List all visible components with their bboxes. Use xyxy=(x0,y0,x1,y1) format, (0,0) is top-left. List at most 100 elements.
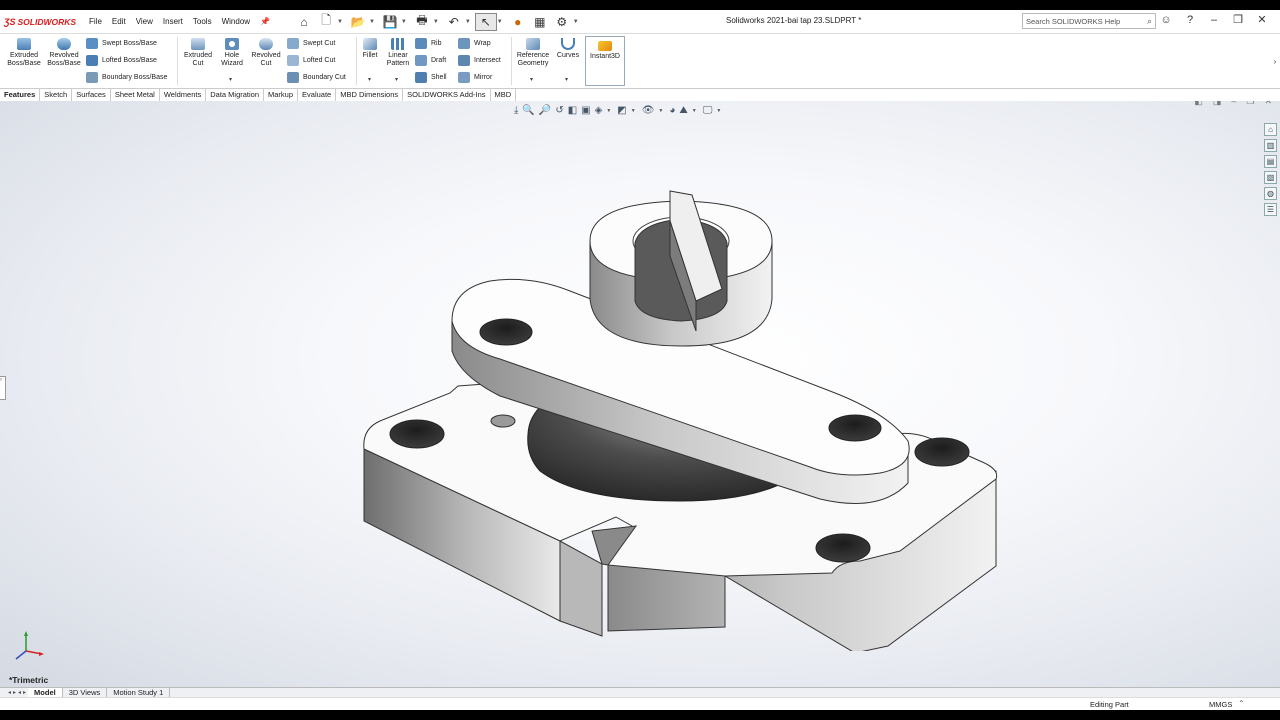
print-icon[interactable]: 🖶 xyxy=(411,13,433,31)
display-style-dropdown-icon[interactable]: ▼ xyxy=(631,108,636,114)
curves-dropdown-icon[interactable]: ▾ xyxy=(565,76,568,83)
edit-appearance-icon[interactable]: ◕ xyxy=(669,105,675,116)
extruded-cut-button[interactable]: Extruded Cut xyxy=(180,38,216,68)
menu-tools[interactable]: Tools xyxy=(193,17,212,26)
traffic-light-icon[interactable]: ● xyxy=(507,13,529,31)
open-folder-icon[interactable]: 📂 xyxy=(347,13,369,31)
view-settings-dropdown-icon[interactable]: ▼ xyxy=(716,108,721,114)
options-dropdown-icon[interactable]: ▼ xyxy=(573,19,579,25)
status-chevron-icon[interactable]: ⌃ xyxy=(1238,699,1245,708)
file-explorer-icon[interactable]: ▤ xyxy=(1264,155,1277,168)
undo-icon[interactable]: ↶ xyxy=(443,13,465,31)
shell-button[interactable]: Shell xyxy=(415,70,447,84)
restore-icon[interactable]: ❐ xyxy=(1226,13,1250,26)
undo-dropdown-icon[interactable]: ▼ xyxy=(465,19,471,25)
scene-dropdown-icon[interactable]: ▼ xyxy=(692,108,697,114)
appearances-icon[interactable]: ◍ xyxy=(1264,187,1277,200)
unit-system[interactable]: MMGS xyxy=(1209,700,1232,709)
viewport-restore-icon[interactable]: ❐ xyxy=(1246,101,1254,107)
tab-model[interactable]: Model xyxy=(28,687,63,698)
hole-wizard-dropdown-icon[interactable]: ▾ xyxy=(229,76,232,83)
pin-icon[interactable]: 📌 xyxy=(260,17,270,26)
menu-view[interactable]: View xyxy=(136,17,153,26)
curves-icon xyxy=(561,38,575,50)
home-icon[interactable]: ⌂ xyxy=(293,13,315,31)
instant3d-button[interactable]: Instant3D xyxy=(585,36,625,86)
view-orientation-dropdown-icon[interactable]: ▼ xyxy=(606,108,611,114)
view-settings-icon[interactable]: 🖵 xyxy=(703,105,713,116)
swept-cut-button[interactable]: Swept Cut xyxy=(287,36,335,50)
new-document-icon[interactable]: 🗋 xyxy=(315,13,337,31)
fillet-dropdown-icon[interactable]: ▾ xyxy=(368,76,371,83)
rib-button[interactable]: Rib xyxy=(415,36,442,50)
tab-motion-study-1[interactable]: Motion Study 1 xyxy=(107,687,171,698)
solidworks-logo[interactable]: ƷS SOLIDWORKS xyxy=(0,17,84,27)
boundary-cut-button[interactable]: Boundary Cut xyxy=(287,70,346,84)
display-style-icon[interactable]: ◩ xyxy=(617,105,626,116)
zoom-to-fit-icon[interactable]: 🔍 xyxy=(522,105,534,116)
zoom-to-area-icon[interactable]: 🔎 xyxy=(539,105,551,116)
view-orientation-arrow-icon[interactable]: ⤓ xyxy=(514,105,518,116)
fillet-button[interactable]: Fillet xyxy=(358,38,382,60)
boundary-boss-button[interactable]: Boundary Boss/Base xyxy=(86,70,167,84)
pattern-dropdown-icon[interactable]: ▾ xyxy=(395,76,398,83)
intersect-button[interactable]: Intersect xyxy=(458,53,501,67)
viewport-close-icon[interactable]: ✕ xyxy=(1264,101,1272,107)
revolved-cut-button[interactable]: Revolved Cut xyxy=(248,38,284,68)
reference-geometry-dropdown-icon[interactable]: ▾ xyxy=(530,76,533,83)
menu-insert[interactable]: Insert xyxy=(163,17,183,26)
ribbon-scroll-right-icon[interactable]: › xyxy=(1270,34,1280,89)
solidworks-resources-icon[interactable]: ⌂ xyxy=(1264,123,1277,136)
curves-button[interactable]: Curves xyxy=(554,38,582,60)
mirror-button[interactable]: Mirror xyxy=(458,70,492,84)
help-search-box[interactable]: Search SOLIDWORKS Help ⌕ xyxy=(1022,13,1156,29)
extruded-boss-button[interactable]: Extruded Boss/Base xyxy=(6,38,42,68)
3d-part-model[interactable] xyxy=(340,181,1020,651)
swept-boss-button[interactable]: Swept Boss/Base xyxy=(86,36,157,50)
tab-3d-views[interactable]: 3D Views xyxy=(63,687,108,698)
custom-properties-icon[interactable]: ☰ xyxy=(1264,203,1277,216)
section-view-icon[interactable]: ◧ xyxy=(568,105,577,116)
previous-view-icon[interactable]: ↺ xyxy=(555,105,563,116)
tab-scroll-arrows-icon[interactable]: ◂▸◂▸ xyxy=(8,689,28,696)
lofted-cut-button[interactable]: Lofted Cut xyxy=(287,53,335,67)
rebuild-grid-icon[interactable]: ▦ xyxy=(529,13,551,31)
hide-show-dropdown-icon[interactable]: ▼ xyxy=(658,108,663,114)
help-icon[interactable]: ? xyxy=(1178,14,1202,26)
revolved-boss-button[interactable]: Revolved Boss/Base xyxy=(45,38,83,68)
viewport-tile-left-icon[interactable]: ◧ xyxy=(1194,101,1203,107)
view-orientation-icon[interactable]: ◈ xyxy=(595,105,603,116)
viewport-tile-right-icon[interactable]: ◨ xyxy=(1213,101,1222,107)
open-dropdown-icon[interactable]: ▼ xyxy=(369,19,375,25)
viewport-minimize-icon[interactable]: – xyxy=(1231,101,1236,107)
draft-button[interactable]: Draft xyxy=(415,53,446,67)
menu-window[interactable]: Window xyxy=(222,17,250,26)
hole-wizard-button[interactable]: Hole Wizard xyxy=(216,38,248,68)
view-palette-icon[interactable]: ▧ xyxy=(1264,171,1277,184)
apply-scene-icon[interactable]: ⛰ xyxy=(679,105,687,116)
save-dropdown-icon[interactable]: ▼ xyxy=(401,19,407,25)
hide-show-items-icon[interactable]: 👁 xyxy=(642,105,655,116)
feature-manager-expand-icon[interactable]: › xyxy=(0,376,6,400)
design-library-icon[interactable]: ▥ xyxy=(1264,139,1277,152)
minimize-icon[interactable]: – xyxy=(1202,14,1226,26)
linear-pattern-button[interactable]: Linear Pattern xyxy=(383,38,413,68)
user-account-icon[interactable]: ☺ xyxy=(1154,14,1178,26)
select-arrow-icon[interactable]: ↖ xyxy=(474,12,497,31)
menu-file[interactable]: File xyxy=(89,17,102,26)
options-gear-icon[interactable]: ⚙ xyxy=(551,13,573,31)
search-icon[interactable]: ⌕ xyxy=(1147,16,1152,27)
select-dropdown-icon[interactable]: ▼ xyxy=(497,19,503,25)
close-icon[interactable]: ✕ xyxy=(1250,13,1274,26)
lofted-boss-button[interactable]: Lofted Boss/Base xyxy=(86,53,157,67)
graphics-area[interactable]: ⤓ 🔍 🔎 ↺ ◧ ▣ ◈ ▼ ◩ ▼ 👁 ▼ ◕ ⛰ ▼ 🖵 ▼ ◧ ◨ – … xyxy=(0,101,1280,687)
reference-geometry-button[interactable]: Reference Geometry xyxy=(514,38,552,68)
wrap-button[interactable]: Wrap xyxy=(458,36,491,50)
dynamic-annotation-icon[interactable]: ▣ xyxy=(581,105,590,116)
menu-edit[interactable]: Edit xyxy=(112,17,126,26)
save-icon[interactable]: 💾 xyxy=(379,13,401,31)
print-dropdown-icon[interactable]: ▼ xyxy=(433,19,439,25)
new-dropdown-icon[interactable]: ▼ xyxy=(337,19,343,25)
swept-boss-icon xyxy=(86,37,98,49)
top-black-bar xyxy=(0,0,1280,10)
